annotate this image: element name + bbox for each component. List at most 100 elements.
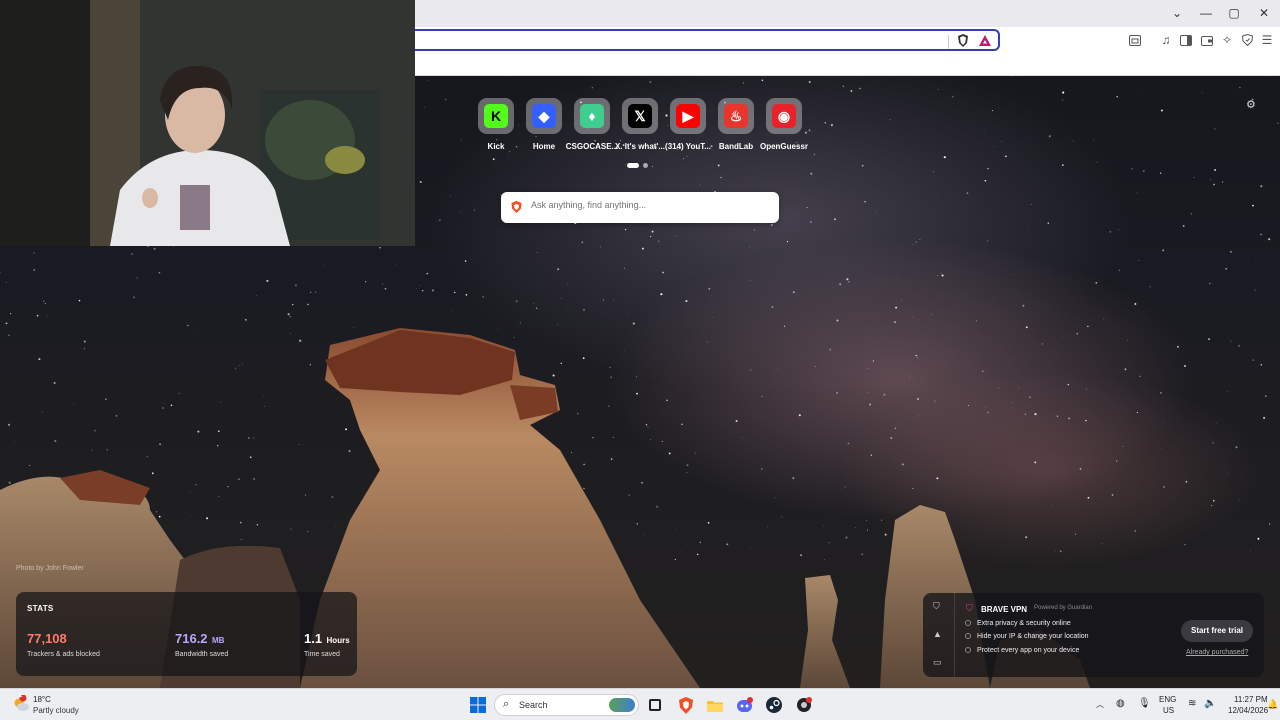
roblox-icon: ◆ [532,104,556,128]
tab-search-chevron-icon[interactable]: ⌄ [1162,6,1192,20]
webcam-feed [0,0,415,246]
top-site-tile-box[interactable]: 𝕏 [622,98,658,134]
csgocase-icon: ♦ [580,104,604,128]
weather-temp[interactable]: 18°C [33,695,51,704]
weather-description[interactable]: Partly cloudy [33,706,79,715]
search-input[interactable] [531,200,771,210]
customize-settings-gear-icon[interactable]: ⚙ [1246,98,1258,111]
top-site-tile[interactable]: 𝕏 X. It's what'... [615,98,665,151]
top-site-tile[interactable]: ▶ (314) YouT... [665,98,711,151]
notification-bell-icon[interactable]: 🔔 [1267,699,1278,710]
address-bar[interactable] [415,29,1000,51]
check-icon [965,620,971,626]
app-icon[interactable] [794,695,814,715]
stats-widget: STATS 77,108 Trackers & ads blocked 716.… [16,592,357,676]
sidebar-panel-icon[interactable] [1127,32,1143,48]
vpn-shield-icon[interactable] [1239,32,1255,48]
clock-date[interactable]: 12/04/2026 [1228,706,1268,715]
top-site-tile-box[interactable]: ▶ [670,98,706,134]
brave-shields-icon[interactable] [955,32,971,48]
rewards-widget-triangle-icon[interactable]: ▲ [933,629,942,639]
top-site-tile[interactable]: K Kick [476,98,516,151]
pagination-dot[interactable] [643,163,648,168]
stat-value: 1.1 [304,631,323,646]
show-hidden-icons-chevron-icon[interactable]: ︿ [1096,699,1104,710]
vpn-powered-by: Powered by Guardian [1034,605,1093,611]
brave-rewards-icon[interactable] [977,32,993,48]
close-button[interactable]: ✕ [1249,6,1279,20]
top-site-tile[interactable]: ◉ OpenGuessr [760,98,808,151]
browser-title-bar: ⌄ — ▢ ✕ [415,0,1280,27]
kick-icon: K [484,104,508,128]
stats-title: STATS [27,604,54,613]
brave-vpn-widget: ⛉ ▲ ▭ ⛉ BRAVE VPN Powered by Guardian Ex… [923,593,1264,677]
search-highlight-icon [609,698,635,712]
minimize-button[interactable]: — [1191,6,1221,20]
photo-credit[interactable]: Photo by John Fowler [16,565,84,572]
vpn-feature: Extra privacy & security online [965,620,1071,627]
taskbar-search-label: Search [519,700,548,710]
new-tab-search-box[interactable] [501,192,779,223]
tray-network-app-icon[interactable]: ◍ [1116,698,1125,709]
top-site-tile-box[interactable]: ◆ [526,98,562,134]
pagination-dot-active[interactable] [627,163,639,168]
stat-unit: MB [212,636,225,645]
stat-time-saved: 1.1 Hours Time saved [304,630,350,658]
wallet-icon[interactable] [1199,32,1215,48]
webcam-overlay [0,0,415,246]
top-site-label: OpenGuessr [759,142,808,151]
clock-time[interactable]: 11:27 PM [1234,695,1268,704]
brave-browser-icon[interactable] [676,695,696,715]
file-explorer-icon[interactable] [705,695,725,715]
x-icon: 𝕏 [628,104,652,128]
bandlab-icon: ♨ [724,104,748,128]
vpn-widget-shield-icon[interactable]: ⛉ [933,601,940,612]
openguessr-icon: ◉ [772,104,796,128]
maximize-button[interactable]: ▢ [1219,6,1249,20]
stat-value: 77,108 [27,631,67,646]
stat-unit: Hours [326,636,350,645]
task-view-icon[interactable] [645,695,665,715]
media-music-icon[interactable]: ♫ [1158,32,1174,48]
youtube-icon: ▶ [676,104,700,128]
keyboard-region[interactable]: US [1163,706,1174,715]
windows-taskbar: 1 18°C Partly cloudy ⌕ Search ︿ ◍ 🎙 ENG … [0,688,1280,720]
discord-icon[interactable] [735,695,755,715]
language-indicator[interactable]: ENG [1159,695,1176,704]
vpn-logo-icon: ⛉ [966,603,973,613]
top-site-tile-box[interactable]: ♦ [574,98,610,134]
wifi-icon[interactable]: ≋ [1188,698,1196,709]
steam-icon[interactable] [764,695,784,715]
top-site-tile[interactable]: ◆ Home [524,98,564,151]
top-site-tile[interactable]: ♦ CSGOCASE... [566,98,618,151]
vpn-feature: Hide your IP & change your location [965,633,1089,640]
news-widget-card-icon[interactable]: ▭ [933,657,942,668]
bookmarks-bar [415,53,1280,76]
stat-label: Trackers & ads blocked [27,651,100,658]
already-purchased-link[interactable]: Already purchased? [1186,649,1248,656]
brave-search-icon [511,201,522,213]
volume-icon[interactable]: 🔈 [1204,698,1216,709]
search-icon: ⌕ [503,698,510,710]
stat-value: 716.2 [175,631,208,646]
stat-bandwidth-saved: 716.2 MB Bandwidth saved [175,630,228,658]
widget-switcher: ⛉ ▲ ▭ [923,593,955,677]
taskbar-search[interactable]: ⌕ Search [494,694,639,716]
sidebar-toggle-icon[interactable] [1178,32,1194,48]
vpn-title: BRAVE VPN [981,605,1028,614]
microphone-icon[interactable]: 🎙 [1138,698,1151,709]
top-site-tile-box[interactable]: ♨ [718,98,754,134]
check-icon [965,647,971,653]
start-free-trial-button[interactable]: Start free trial [1181,620,1253,642]
weather-badge: 1 [19,693,23,699]
top-site-tile[interactable]: ♨ BandLab [716,98,756,151]
stat-label: Bandwidth saved [175,651,229,658]
stat-trackers-blocked: 77,108 Trackers & ads blocked [27,630,100,658]
leo-ai-icon[interactable]: ✧ [1219,32,1235,48]
windows-start-icon[interactable] [468,695,488,715]
browser-toolbar: ♫ ✧ ☰ [415,27,1280,53]
main-menu-icon[interactable]: ☰ [1259,32,1275,48]
top-site-tile-box[interactable]: K [478,98,514,134]
top-site-tile-box[interactable]: ◉ [766,98,802,134]
address-bar-divider [948,35,949,49]
